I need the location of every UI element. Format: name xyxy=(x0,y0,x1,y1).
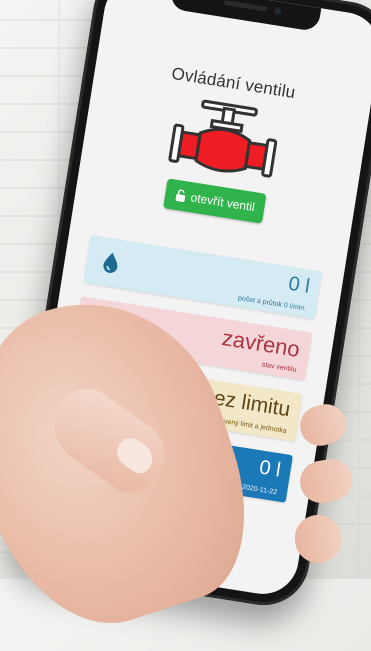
unlock-icon xyxy=(175,189,185,203)
flow-label: počet a průtok 0 l/min. xyxy=(237,294,307,313)
camera-icon xyxy=(273,7,282,16)
state-label: stav ventilu xyxy=(261,361,297,374)
valve-icon xyxy=(168,99,278,178)
total-value: 0 l xyxy=(257,456,283,482)
flow-value: 0 l xyxy=(286,272,312,298)
state-value: zavřeno xyxy=(220,325,302,362)
thumbnail xyxy=(111,432,159,478)
water-drop-icon xyxy=(103,252,118,273)
open-valve-button[interactable]: otevřít ventil xyxy=(163,178,267,224)
open-valve-label: otevřít ventil xyxy=(189,190,256,215)
speaker xyxy=(223,0,268,12)
